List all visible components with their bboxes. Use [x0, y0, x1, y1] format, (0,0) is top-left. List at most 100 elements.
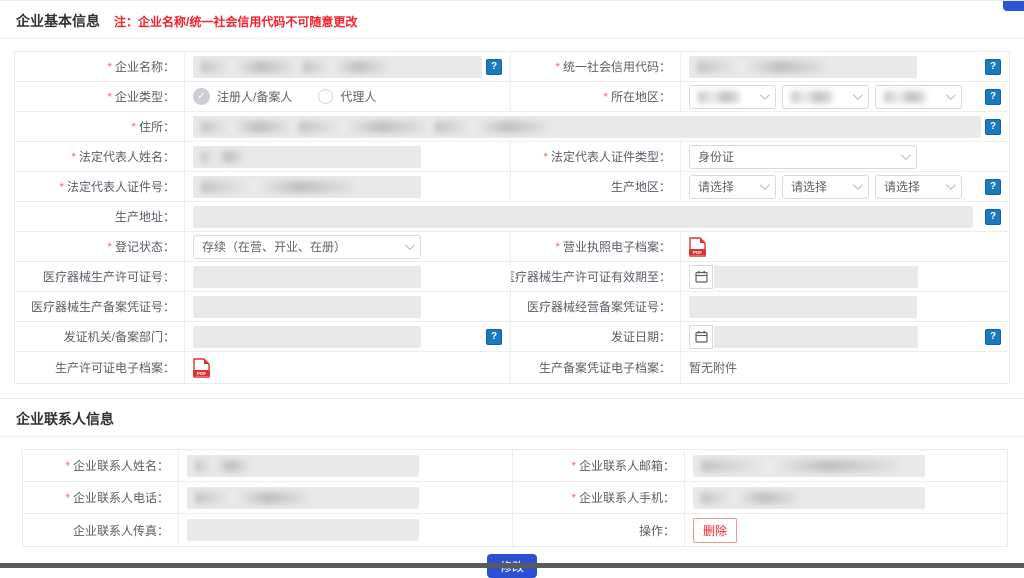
redacted-value: [701, 460, 897, 472]
prod-license-no-input: [193, 266, 421, 288]
table-row: * 法定代表人姓名： * 法定代表人证件类型： 身份证: [15, 142, 1009, 172]
license-file-label: * 营业执照电子档案：: [511, 232, 681, 261]
prod-region-city-select[interactable]: 请选择: [782, 175, 869, 199]
chevron-down-icon: [760, 90, 770, 100]
chevron-down-icon: [946, 180, 956, 190]
license-file-field: PDF: [681, 232, 1009, 261]
action-label: 操作：: [513, 514, 685, 546]
region-label: * 所在地区：: [511, 82, 681, 111]
table-row: * 法定代表人证件号： 生产地区： 请选择 请选择: [15, 172, 1009, 202]
basic-info-section: 企业基本信息 注：企业名称/统一社会信用代码不可随意更改 * 企业名称： ? *…: [0, 1, 1024, 384]
contact-mobile-input: [693, 487, 925, 509]
contact-fax-input: [187, 519, 419, 541]
prod-record-file-label: 生产备案凭证电子档案：: [511, 352, 681, 383]
contact-name-field: [179, 450, 513, 481]
calendar-icon[interactable]: [689, 325, 713, 349]
region-field: ?: [681, 82, 1009, 111]
legal-name-field: [185, 142, 511, 171]
redacted-value: [201, 181, 353, 193]
contact-info-table: * 企业联系人姓名： * 企业联系人邮箱： * 企业联系人电: [22, 449, 1008, 547]
help-icon[interactable]: ?: [486, 329, 502, 345]
table-row: * 住所： ?: [15, 112, 1009, 142]
legal-cert-type-select[interactable]: 身份证: [689, 145, 917, 169]
company-type-radio-group: ✓ 注册人/备案人 代理人: [193, 88, 376, 105]
help-icon[interactable]: ?: [985, 209, 1001, 225]
radio-registrant[interactable]: ✓ 注册人/备案人: [193, 88, 292, 105]
production-address-label: 生产地址：: [15, 202, 185, 231]
region-district-select[interactable]: [875, 85, 962, 109]
table-row: 发证机关/备案部门： ? 发证日期： ?: [15, 322, 1009, 352]
issue-date-field: ?: [681, 322, 1009, 351]
company-type-label: * 企业类型：: [15, 82, 185, 111]
prod-license-file-label: 生产许可证电子档案：: [15, 352, 185, 383]
company-name-field: ?: [185, 52, 511, 81]
reg-status-field: 存续（在营、开业、在册）: [185, 232, 511, 261]
help-icon[interactable]: ?: [486, 59, 502, 75]
reg-status-label: * 登记状态：: [15, 232, 185, 261]
help-icon[interactable]: ?: [985, 59, 1001, 75]
delete-button[interactable]: 删除: [693, 518, 737, 543]
region-city-select[interactable]: [782, 85, 869, 109]
table-row: 生产许可证电子档案： PDF 生产备案凭证电子档案： 暂无附件: [15, 352, 1009, 383]
redacted-value: [299, 121, 425, 133]
pdf-file-icon[interactable]: PDF: [193, 358, 210, 378]
redacted-value: [195, 492, 307, 504]
pdf-file-icon[interactable]: PDF: [689, 237, 706, 257]
production-address-field: ?: [185, 202, 1009, 231]
no-attachment-text: 暂无附件: [689, 359, 737, 376]
table-row: 企业联系人传真： 操作： 删除: [23, 514, 1007, 546]
bottom-bar: [0, 563, 1024, 568]
credit-code-input: [689, 56, 917, 78]
action-field: 删除: [685, 514, 1007, 546]
reg-status-select[interactable]: 存续（在营、开业、在册）: [193, 235, 421, 259]
contact-mobile-label: * 企业联系人手机：: [513, 482, 685, 513]
prod-license-no-field: [185, 262, 511, 291]
radio-checked-icon: ✓: [193, 88, 210, 105]
redacted-value: [201, 61, 293, 73]
radio-agent[interactable]: 代理人: [318, 88, 376, 105]
issue-org-label: 发证机关/备案部门：: [15, 322, 185, 351]
table-row: * 企业联系人电话： * 企业联系人手机：: [23, 482, 1007, 514]
redacted-value: [201, 151, 243, 163]
divider: [0, 436, 1024, 437]
chevron-down-icon: [901, 150, 911, 160]
basic-info-header: 企业基本信息 注：企业名称/统一社会信用代码不可随意更改: [0, 1, 1024, 38]
redacted-value: [701, 492, 797, 504]
prod-license-no-label: 医疗器械生产许可证号：: [15, 262, 185, 291]
redacted-value: [697, 61, 825, 73]
help-icon[interactable]: ?: [985, 89, 1001, 105]
redacted-value: [884, 91, 926, 103]
prod-region-district-select[interactable]: 请选择: [875, 175, 962, 199]
company-type-field: ✓ 注册人/备案人 代理人: [185, 82, 511, 111]
table-row: 医疗器械生产备案凭证号： 医疗器械经营备案凭证号：: [15, 292, 1009, 322]
legal-cert-no-input: [193, 176, 421, 198]
help-icon[interactable]: ?: [985, 179, 1001, 195]
redacted-value: [195, 460, 249, 472]
help-icon[interactable]: ?: [985, 119, 1001, 135]
production-region-field: 请选择 请选择 请选择 ?: [681, 172, 1009, 201]
help-icon[interactable]: ?: [985, 329, 1001, 345]
region-province-select[interactable]: [689, 85, 776, 109]
calendar-icon[interactable]: [689, 265, 713, 289]
contact-phone-input: [187, 487, 419, 509]
chevron-down-icon: [946, 90, 956, 100]
contact-name-label: * 企业联系人姓名：: [23, 450, 179, 481]
address-label: * 住所：: [15, 112, 185, 141]
chevron-down-icon: [760, 180, 770, 190]
radio-unchecked-icon: [318, 89, 333, 104]
chevron-down-icon: [405, 240, 415, 250]
contact-email-input: [693, 455, 925, 477]
partial-top-button[interactable]: [1003, 1, 1024, 11]
contact-email-label: * 企业联系人邮箱：: [513, 450, 685, 481]
legal-cert-no-field: [185, 172, 511, 201]
section-title: 企业联系人信息: [16, 409, 114, 429]
contact-fax-field: [179, 514, 513, 546]
issue-date-input: [714, 326, 918, 348]
table-row: * 企业联系人姓名： * 企业联系人邮箱：: [23, 450, 1007, 482]
redacted-value: [435, 121, 547, 133]
legal-cert-no-label: * 法定代表人证件号：: [15, 172, 185, 201]
svg-text:PDF: PDF: [693, 250, 702, 255]
contact-mobile-field: [685, 482, 1007, 513]
credit-code-field: ?: [681, 52, 1009, 81]
prod-region-province-select[interactable]: 请选择: [689, 175, 776, 199]
